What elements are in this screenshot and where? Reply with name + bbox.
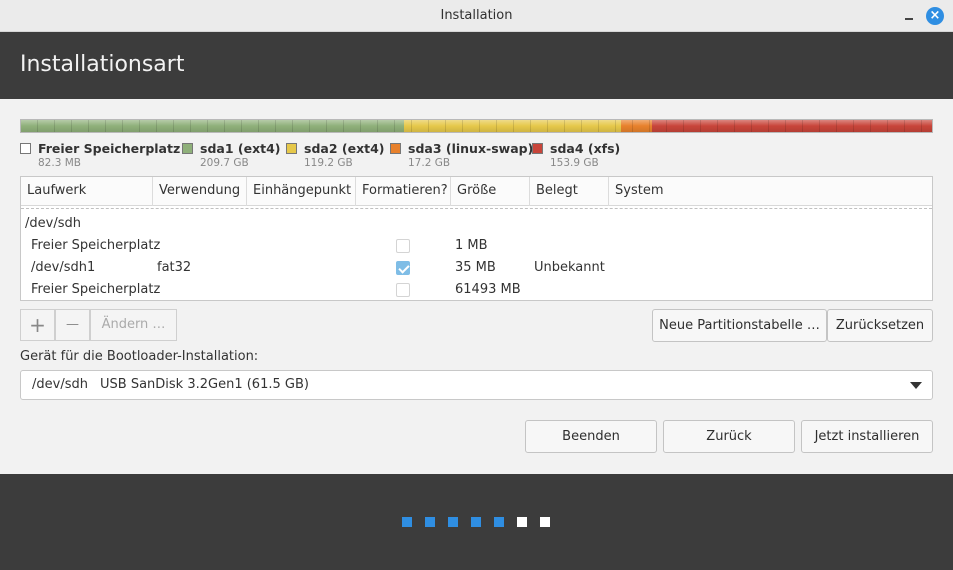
progress-dot	[540, 517, 550, 527]
minimize-icon	[905, 18, 913, 20]
format-checkbox[interactable]	[396, 261, 410, 275]
cell-device: Freier Speicherplatz	[31, 282, 161, 297]
new-partition-table-button[interactable]: Neue Partitionstabelle …	[652, 309, 827, 342]
cell-size: 1 MB	[455, 238, 488, 253]
table-row[interactable]: /dev/sdh1 fat32 35 MB Unbekannt	[21, 257, 932, 279]
legend-swatch	[20, 143, 31, 154]
progress-dot	[494, 517, 504, 527]
column-header-size[interactable]: Größe	[451, 177, 530, 206]
remove-partition-button[interactable]: —	[55, 309, 90, 341]
format-checkbox[interactable]	[396, 239, 410, 253]
page-header: Installationsart	[0, 32, 953, 99]
change-partition-button[interactable]: Ändern …	[90, 309, 177, 341]
partition-segment	[652, 120, 932, 132]
column-header-system[interactable]: System	[609, 177, 932, 206]
legend-size: 209.7 GB	[200, 157, 249, 169]
partition-table[interactable]: Laufwerk Verwendung Einhängepunkt Format…	[20, 176, 933, 301]
legend-swatch	[532, 143, 543, 154]
partition-segment	[21, 120, 404, 132]
column-header-used[interactable]: Belegt	[530, 177, 609, 206]
legend-size: 119.2 GB	[304, 157, 353, 169]
main-content: Freier Speicherplatz 82.3 MB sda1 (ext4)…	[0, 99, 953, 474]
add-partition-button[interactable]: +	[20, 309, 55, 341]
legend-name: sda3 (linux-swap)	[408, 141, 534, 156]
reset-button[interactable]: Zurücksetzen	[827, 309, 933, 342]
progress-dot	[448, 517, 458, 527]
table-header: Laufwerk Verwendung Einhängepunkt Format…	[21, 177, 932, 206]
column-header-laufwerk[interactable]: Laufwerk	[21, 177, 153, 206]
cell-used: Unbekannt	[534, 260, 605, 275]
cell-size: 61493 MB	[455, 282, 521, 297]
progress-dot	[517, 517, 527, 527]
progress-dot	[425, 517, 435, 527]
dropdown-arrow-icon	[910, 382, 922, 389]
scrolled-row-edge	[21, 206, 932, 212]
legend-swatch	[182, 143, 193, 154]
partition-bar	[20, 119, 933, 133]
bootloader-device: /dev/sdh	[32, 377, 88, 392]
cell-device: /dev/sdh1	[31, 260, 96, 275]
progress-dot	[402, 517, 412, 527]
legend-name: Freier Speicherplatz	[38, 141, 181, 156]
legend-size: 153.9 GB	[550, 157, 599, 169]
back-button[interactable]: Zurück	[663, 420, 795, 453]
install-now-button[interactable]: Jetzt installieren	[801, 420, 933, 453]
legend-swatch	[390, 143, 401, 154]
table-row[interactable]: Freier Speicherplatz 1 MB	[21, 235, 932, 257]
table-row[interactable]: /dev/sdh	[21, 213, 932, 235]
cell-use: fat32	[157, 260, 192, 275]
close-button[interactable]: ×	[926, 7, 944, 25]
page-title: Installationsart	[20, 52, 185, 77]
cell-device: Freier Speicherplatz	[31, 238, 161, 253]
format-checkbox[interactable]	[396, 283, 410, 297]
column-header-format[interactable]: Formatieren?	[356, 177, 451, 206]
column-header-mount[interactable]: Einhängepunkt	[247, 177, 356, 206]
legend-swatch	[286, 143, 297, 154]
close-icon: ×	[929, 8, 941, 23]
legend-size: 82.3 MB	[38, 157, 81, 169]
bootloader-label: Gerät für die Bootloader-Installation:	[20, 349, 259, 364]
legend-size: 17.2 GB	[408, 157, 451, 169]
table-row[interactable]: Freier Speicherplatz 61493 MB	[21, 279, 932, 300]
legend-name: sda1 (ext4)	[200, 141, 281, 156]
bootloader-device-description: USB SanDisk 3.2Gen1 (61.5 GB)	[100, 377, 309, 392]
partition-segment	[403, 120, 622, 132]
progress-dot	[471, 517, 481, 527]
bootloader-device-select[interactable]: /dev/sdh USB SanDisk 3.2Gen1 (61.5 GB)	[20, 370, 933, 400]
window-titlebar: Installation ×	[0, 0, 953, 32]
cell-device: /dev/sdh	[25, 216, 81, 231]
installer-footer	[0, 474, 953, 570]
window-title: Installation	[440, 8, 513, 23]
partition-segment	[621, 120, 653, 132]
quit-button[interactable]: Beenden	[525, 420, 657, 453]
column-header-verwendung[interactable]: Verwendung	[153, 177, 247, 206]
legend-name: sda4 (xfs)	[550, 141, 621, 156]
minimize-button[interactable]	[902, 8, 916, 22]
cell-size: 35 MB	[455, 260, 496, 275]
legend-name: sda2 (ext4)	[304, 141, 385, 156]
